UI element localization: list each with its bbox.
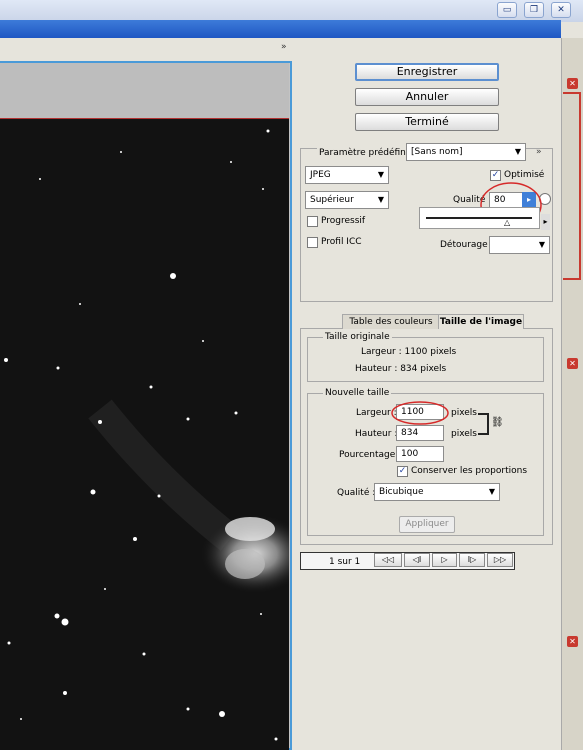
slider-track [426,217,532,219]
percent-input[interactable]: 100 [396,446,444,462]
chain-link-icon: ⛓ [491,417,504,428]
chevron-down-icon: ▼ [374,167,388,183]
new-size-title: Nouvelle taille [323,388,392,398]
slider-arrow-icon: ▸ [541,214,550,230]
matte-select[interactable]: ▼ [489,236,550,254]
constrain-label: Conserver les proportions [411,466,528,476]
preview-header [0,63,289,118]
icc-checkbox[interactable] [307,237,318,248]
format-value: JPEG [310,170,331,180]
minimize-button[interactable]: ▭ [497,2,517,18]
palette-close-icon-3[interactable]: ✕ [567,636,578,647]
window-top-strip: ▭ ❐ ✕ [0,0,583,22]
preset-select[interactable]: [Sans nom] ▼ [406,143,526,161]
matte-label: Détourage : [440,240,494,250]
proportion-bracket [478,413,489,435]
percent-label: Pourcentage : [339,450,402,460]
apply-button[interactable]: Appliquer [399,516,455,533]
restore-icon: ❐ [529,5,539,15]
resample-quality-value: Bicubique [379,487,424,497]
quality-preset-value: Supérieur [310,195,354,205]
new-height-label: Hauteur : [355,429,398,439]
last-page-button[interactable]: ▷▷ [487,553,513,567]
preview-image [0,118,289,750]
icc-label: Profil ICC [321,237,362,247]
progressive-checkbox[interactable] [307,216,318,227]
new-width-unit: pixels [451,408,477,418]
format-select[interactable]: JPEG ▼ [305,166,389,184]
width-highlight-circle [391,401,449,425]
dialog-title-bar [0,20,561,38]
chevron-down-icon: ▼ [511,144,525,160]
original-size-group [307,337,544,382]
save-button[interactable]: Enregistrer [355,63,499,81]
chevron-down-icon: ▼ [485,484,499,500]
original-width-text: Largeur : 1100 pixels [361,347,457,357]
next-page-button[interactable]: Ⅰ▷ [459,553,485,567]
preset-label: Paramètre prédéfini : [317,148,417,158]
quality-slider-popup[interactable]: △ [419,207,540,229]
new-height-unit: pixels [451,429,477,439]
optimized-label: Optimisé [504,170,545,180]
prev-page-button[interactable]: ◁Ⅰ [404,553,430,567]
expand-panel-icon[interactable]: » [281,42,287,52]
pager-text: 1 sur 1 [329,557,361,567]
close-button[interactable]: ✕ [551,2,571,18]
palette-close-icon[interactable]: ✕ [567,78,578,89]
starfield-image [0,119,289,750]
resample-quality-label: Qualité : [337,488,376,498]
chevron-down-icon: ▼ [374,192,388,208]
menu-expand-icon[interactable]: » [536,147,542,157]
play-button[interactable]: ▷ [432,553,457,567]
chevron-down-icon: ▼ [535,237,549,253]
preset-value: [Sans nom] [411,147,463,157]
new-height-input[interactable]: 834 [396,425,444,441]
first-page-button[interactable]: ◁◁ [374,553,402,567]
minimize-icon: ▭ [502,5,512,15]
progressive-label: Progressif [321,216,366,226]
tab-color-table[interactable]: Table des couleurs [342,314,440,329]
palette-close-icon-2[interactable]: ✕ [567,358,578,369]
slider-thumb-icon[interactable]: △ [504,218,510,227]
tab-image-size[interactable]: Taille de l'image [438,314,524,329]
close-icon: ✕ [557,5,565,15]
resample-quality-select[interactable]: Bicubique ▼ [374,483,500,501]
restore-button[interactable]: ❐ [524,2,544,18]
palette-highlight [563,92,581,280]
constrain-checkbox[interactable]: ✓ [397,466,408,477]
done-button[interactable]: Terminé [355,113,499,131]
original-height-text: Hauteur : 834 pixels [355,364,447,374]
quality-preset-select[interactable]: Supérieur ▼ [305,191,389,209]
cancel-button[interactable]: Annuler [355,88,499,106]
original-size-title: Taille originale [323,332,392,342]
